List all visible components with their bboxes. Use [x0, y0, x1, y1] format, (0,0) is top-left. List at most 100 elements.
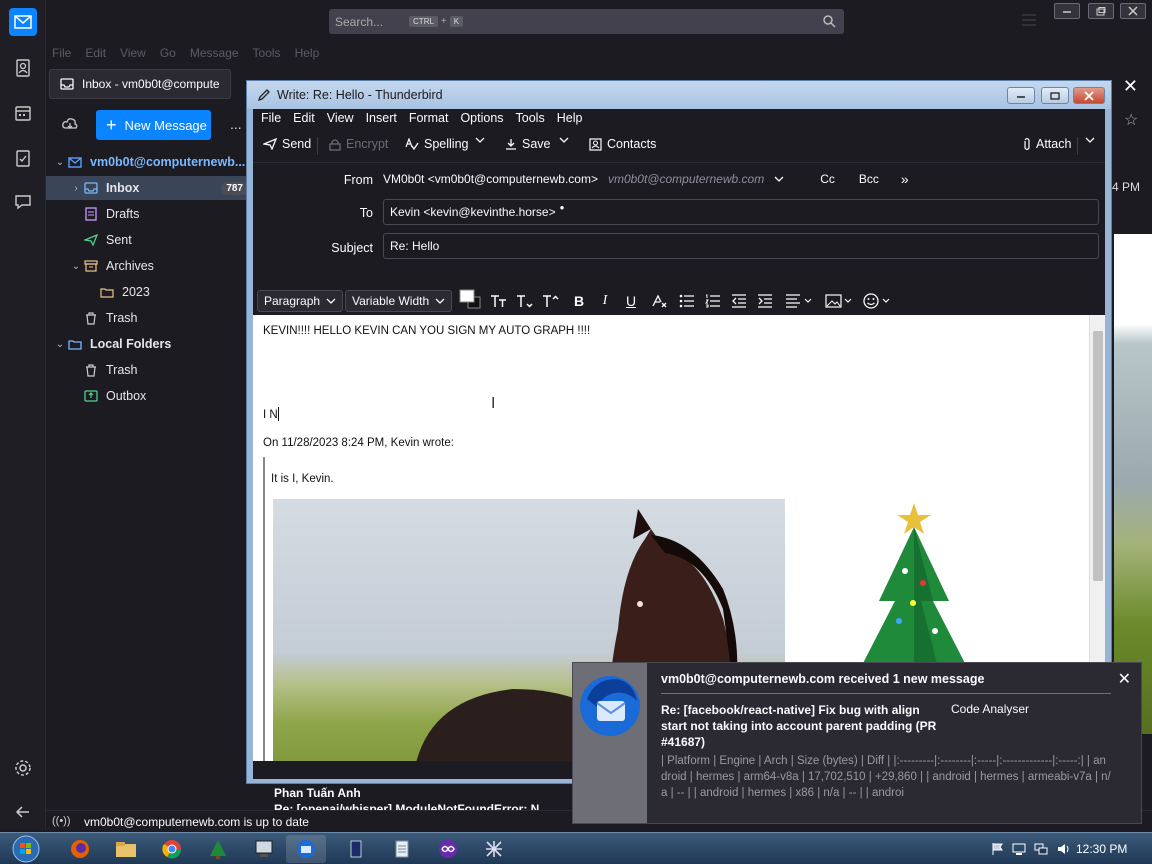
- underline-icon[interactable]: U: [621, 292, 641, 310]
- bulleted-list-icon[interactable]: [677, 292, 697, 310]
- bcc-button[interactable]: Bcc: [859, 172, 879, 186]
- calendar-icon[interactable]: [9, 99, 37, 127]
- local-folder-trash[interactable]: Trash: [46, 358, 252, 382]
- restore-button[interactable]: [1088, 3, 1114, 19]
- minimize-button[interactable]: [1054, 3, 1080, 19]
- taskbar-tool-icon[interactable]: [474, 835, 514, 863]
- compose-menu-edit[interactable]: Edit: [293, 109, 315, 129]
- outdent-icon[interactable]: [729, 292, 749, 310]
- compose-menu-options[interactable]: Options: [460, 109, 503, 129]
- menu-file[interactable]: File: [52, 44, 71, 64]
- menu-message[interactable]: Message: [190, 44, 239, 64]
- compose-menu-view[interactable]: View: [327, 109, 354, 129]
- send-button[interactable]: Send: [263, 137, 311, 151]
- close-window-button[interactable]: [1120, 3, 1146, 19]
- from-selector[interactable]: VM0b0t <vm0b0t@computernewb.com> vm0b0t@…: [383, 167, 909, 191]
- contacts-button[interactable]: Contacts: [589, 137, 656, 151]
- tray-display-icon[interactable]: [1012, 842, 1026, 856]
- compose-menu-file[interactable]: File: [261, 109, 281, 129]
- decrease-font-size-icon[interactable]: [515, 292, 535, 310]
- spelling-dropdown[interactable]: [475, 137, 485, 143]
- indent-icon[interactable]: [755, 292, 775, 310]
- alignment-dropdown[interactable]: [783, 292, 817, 310]
- numbered-list-icon[interactable]: [703, 292, 723, 310]
- menu-help[interactable]: Help: [295, 44, 320, 64]
- compose-menu-insert[interactable]: Insert: [366, 109, 397, 129]
- new-mail-notification[interactable]: vm0b0t@computernewb.com received 1 new m…: [572, 662, 1142, 824]
- taskbar-notepad-icon[interactable]: [382, 835, 422, 863]
- taskbar-tree-icon[interactable]: [198, 835, 238, 863]
- attach-button[interactable]: Attach: [1023, 137, 1071, 151]
- save-dropdown[interactable]: [559, 137, 569, 143]
- paragraph-format-select[interactable]: Paragraph: [257, 290, 344, 312]
- taskbar-app-icon[interactable]: [336, 835, 376, 863]
- local-folders-row[interactable]: ⌄ Local Folders: [46, 332, 252, 356]
- folder-archives[interactable]: ⌄ Archives: [46, 254, 252, 278]
- tab-inbox[interactable]: Inbox - vm0b0t@compute: [49, 69, 231, 99]
- compose-maximize-button[interactable]: [1041, 87, 1069, 104]
- spelling-button[interactable]: Spelling: [405, 137, 468, 151]
- menu-tools[interactable]: Tools: [253, 44, 281, 64]
- settings-icon[interactable]: [9, 754, 37, 782]
- chat-icon[interactable]: [9, 188, 37, 216]
- hamburger-menu-icon[interactable]: [1022, 14, 1036, 26]
- address-book-icon[interactable]: [9, 54, 37, 82]
- compose-minimize-button[interactable]: [1007, 87, 1035, 104]
- increase-font-size-icon[interactable]: [541, 292, 561, 310]
- account-row[interactable]: ⌄ vm0b0t@computernewb...: [46, 150, 252, 174]
- folder-drafts[interactable]: Drafts: [46, 202, 252, 226]
- scrollbar-thumb[interactable]: [1093, 331, 1103, 581]
- folder-icon: [98, 284, 116, 300]
- italic-icon[interactable]: I: [595, 292, 615, 310]
- bold-icon[interactable]: B: [569, 292, 589, 310]
- tray-volume-icon[interactable]: [1056, 842, 1070, 856]
- font-family-select[interactable]: Variable Width: [345, 290, 453, 312]
- folder-pane-options-icon[interactable]: ...: [230, 116, 242, 132]
- remove-formatting-icon[interactable]: [649, 292, 669, 310]
- close-icon[interactable]: ✕: [1118, 669, 1131, 689]
- compose-menu-format[interactable]: Format: [409, 109, 449, 129]
- taskbar-firefox-icon[interactable]: [60, 835, 100, 863]
- taskbar-chrome-icon[interactable]: [152, 835, 192, 863]
- encrypt-button[interactable]: Encrypt: [329, 137, 388, 151]
- emoji-dropdown[interactable]: [861, 292, 895, 310]
- taskbar-thunderbird-icon[interactable]: [286, 835, 326, 863]
- save-button[interactable]: Save: [505, 137, 551, 151]
- cc-button[interactable]: Cc: [820, 172, 835, 186]
- global-search-input[interactable]: Search... CTRL + K: [329, 9, 844, 34]
- tab-close-icon[interactable]: ✕: [1123, 76, 1138, 97]
- attach-dropdown[interactable]: [1085, 137, 1095, 143]
- taskbar-clock[interactable]: 12:30 PM: [1076, 842, 1127, 856]
- tray-network-icon[interactable]: [1034, 842, 1048, 856]
- tray-flag-icon[interactable]: [990, 842, 1004, 856]
- menu-edit[interactable]: Edit: [85, 44, 106, 64]
- recipient-pill[interactable]: Kevin <kevin@kevinthe.horse>: [390, 205, 556, 219]
- compose-menu-tools[interactable]: Tools: [516, 109, 545, 129]
- tasks-icon[interactable]: [9, 144, 37, 172]
- folder-sent[interactable]: Sent: [46, 228, 252, 252]
- compose-menu-help[interactable]: Help: [557, 109, 583, 129]
- collapse-spaces-icon[interactable]: [9, 798, 37, 826]
- compose-close-button[interactable]: [1073, 87, 1105, 104]
- folder-2023[interactable]: 2023: [46, 280, 252, 304]
- taskbar-device-icon[interactable]: [244, 835, 284, 863]
- more-recipients-icon[interactable]: »: [901, 171, 909, 187]
- taskbar-infinity-icon[interactable]: [428, 835, 468, 863]
- taskbar-explorer-icon[interactable]: [106, 835, 146, 863]
- insert-image-dropdown[interactable]: [823, 292, 857, 310]
- mail-space-icon[interactable]: [9, 8, 37, 36]
- to-field[interactable]: Kevin <kevin@kevinthe.horse> ●: [383, 199, 1099, 225]
- text-color-button[interactable]: [457, 289, 483, 309]
- start-button[interactable]: [6, 833, 46, 864]
- local-folder-outbox[interactable]: Outbox: [46, 384, 252, 408]
- folder-trash[interactable]: Trash: [46, 306, 252, 330]
- new-message-button[interactable]: + New Message: [96, 110, 211, 140]
- star-icon[interactable]: ☆: [1124, 110, 1138, 130]
- folder-inbox[interactable]: › Inbox 787: [46, 176, 252, 200]
- menu-go[interactable]: Go: [160, 44, 176, 64]
- subject-field[interactable]: Re: Hello: [383, 233, 1099, 259]
- font-size-icon[interactable]: [489, 292, 509, 310]
- get-messages-icon[interactable]: [62, 117, 78, 131]
- menu-view[interactable]: View: [120, 44, 146, 64]
- pencil-icon: [257, 88, 271, 102]
